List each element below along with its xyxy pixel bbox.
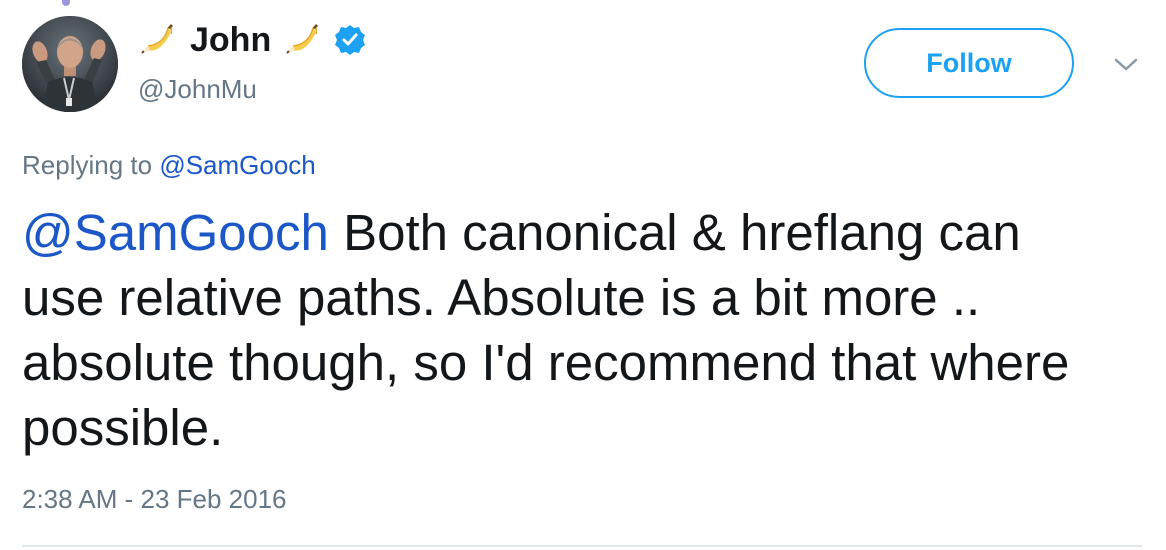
author-handle[interactable]: @JohnMu [138,74,257,105]
tweet-text-rest: use relative paths. Absolute is a bit mo… [22,269,1070,456]
tweet-mention-link[interactable]: @SamGooch [22,204,329,261]
display-name: John [190,20,272,59]
reply-prefix: Replying to [22,150,153,180]
author-name-row[interactable]: John [138,18,367,62]
tweet-card: John @JohnMu Follow Replying to @SamGooc… [0,0,1166,550]
tweet-timestamp[interactable]: 2:38 AM - 23 Feb 2016 [22,484,287,515]
follow-button[interactable]: Follow [864,28,1074,98]
tweet-text-line1: Both canonical & hreflang can [328,204,1021,261]
reply-context: Replying to @SamGooch [22,150,316,181]
divider [22,545,1142,547]
banana-icon [283,20,323,60]
banana-icon [138,20,178,60]
chevron-down-icon[interactable] [1112,52,1140,76]
verified-badge-icon [333,23,367,57]
tweet-text: @SamGooch Both canonical & hreflang can … [22,200,1142,460]
avatar[interactable] [22,16,118,112]
decorative-dot [62,0,70,6]
avatar-image [22,16,118,112]
reply-mention-link[interactable]: @SamGooch [159,150,315,180]
